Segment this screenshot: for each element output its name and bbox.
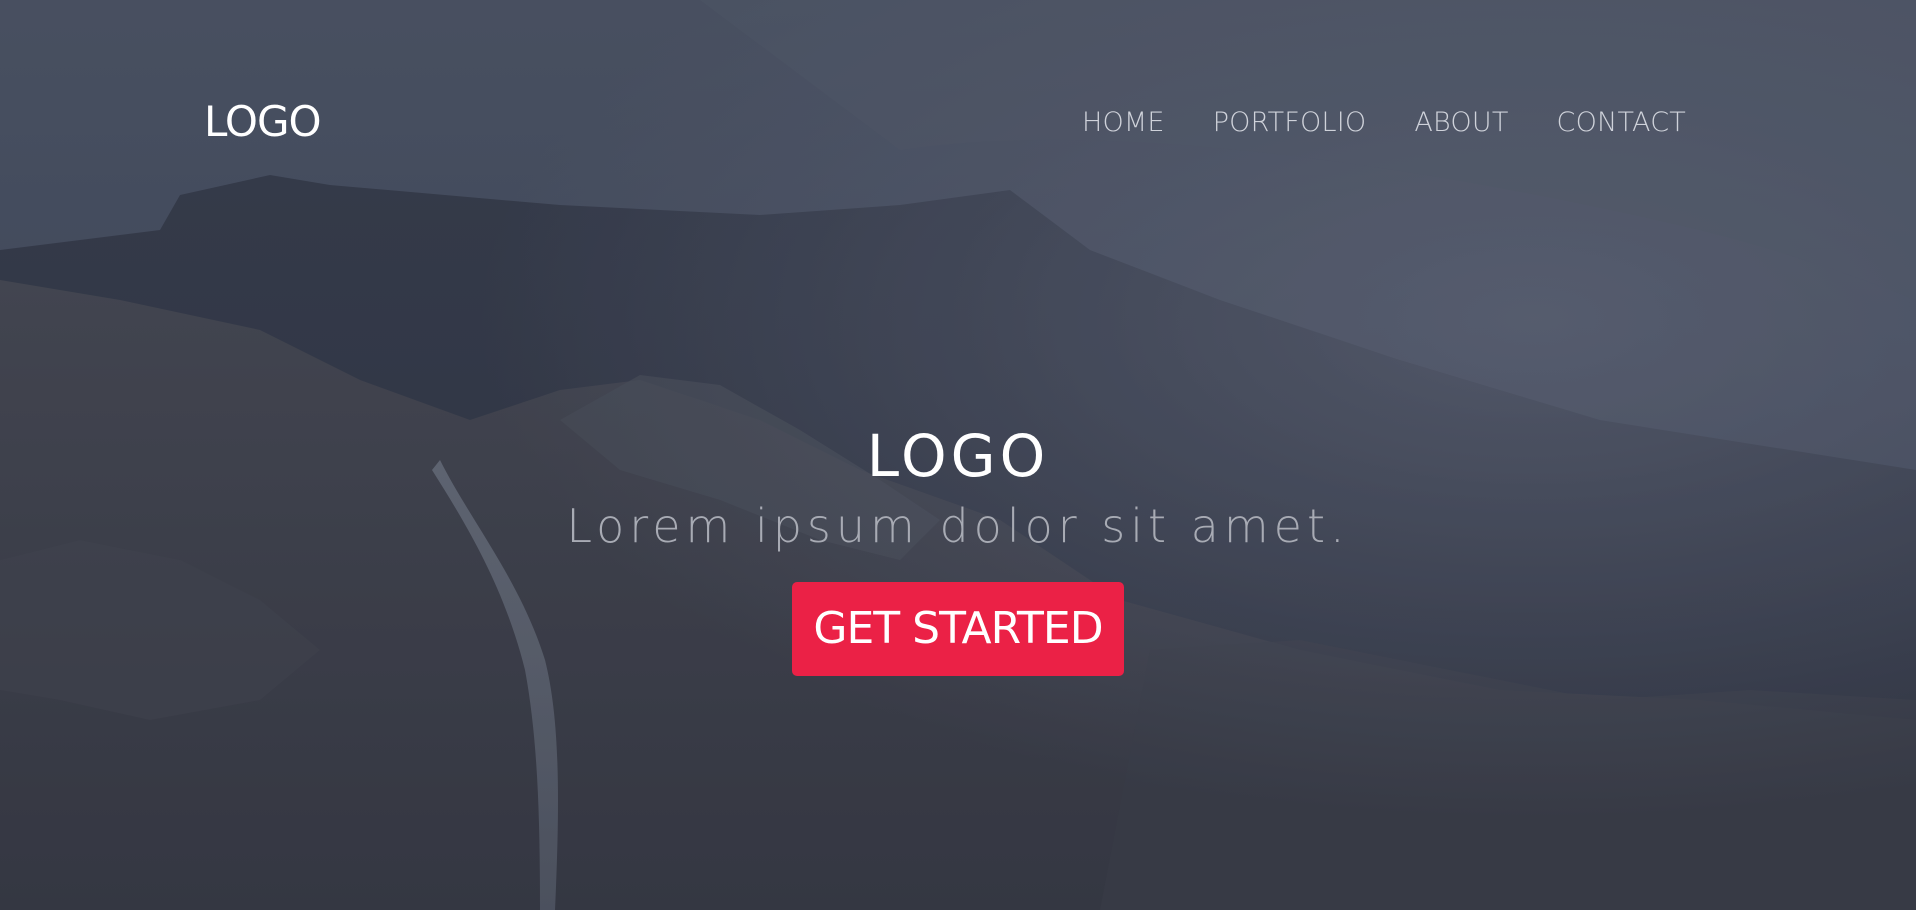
hero-subtitle: Lorem ipsum dolor sit amet. [566, 499, 1350, 553]
nav-link-portfolio[interactable]: PORTFOLIO [1213, 107, 1367, 138]
nav-item-about: ABOUT [1414, 106, 1508, 140]
navbar: LOGO HOME PORTFOLIO ABOUT CONTACT [0, 0, 1916, 245]
navbar-logo[interactable]: LOGO [204, 96, 322, 148]
nav-item-contact: CONTACT [1557, 106, 1686, 140]
nav-link-contact[interactable]: CONTACT [1557, 107, 1686, 138]
hero-content: LOGO Lorem ipsum dolor sit amet. GET STA… [0, 420, 1916, 676]
hero-section: LOGO HOME PORTFOLIO ABOUT CONTACT LOGO L… [0, 0, 1916, 910]
nav-item-home: HOME [1082, 106, 1165, 140]
nav-link-home[interactable]: HOME [1082, 107, 1165, 138]
nav-menu: HOME PORTFOLIO ABOUT CONTACT [1082, 106, 1686, 140]
get-started-button[interactable]: GET STARTED [792, 582, 1124, 676]
nav-item-portfolio: PORTFOLIO [1213, 106, 1367, 140]
hero-title: LOGO [866, 422, 1050, 490]
nav-link-about[interactable]: ABOUT [1414, 107, 1508, 138]
